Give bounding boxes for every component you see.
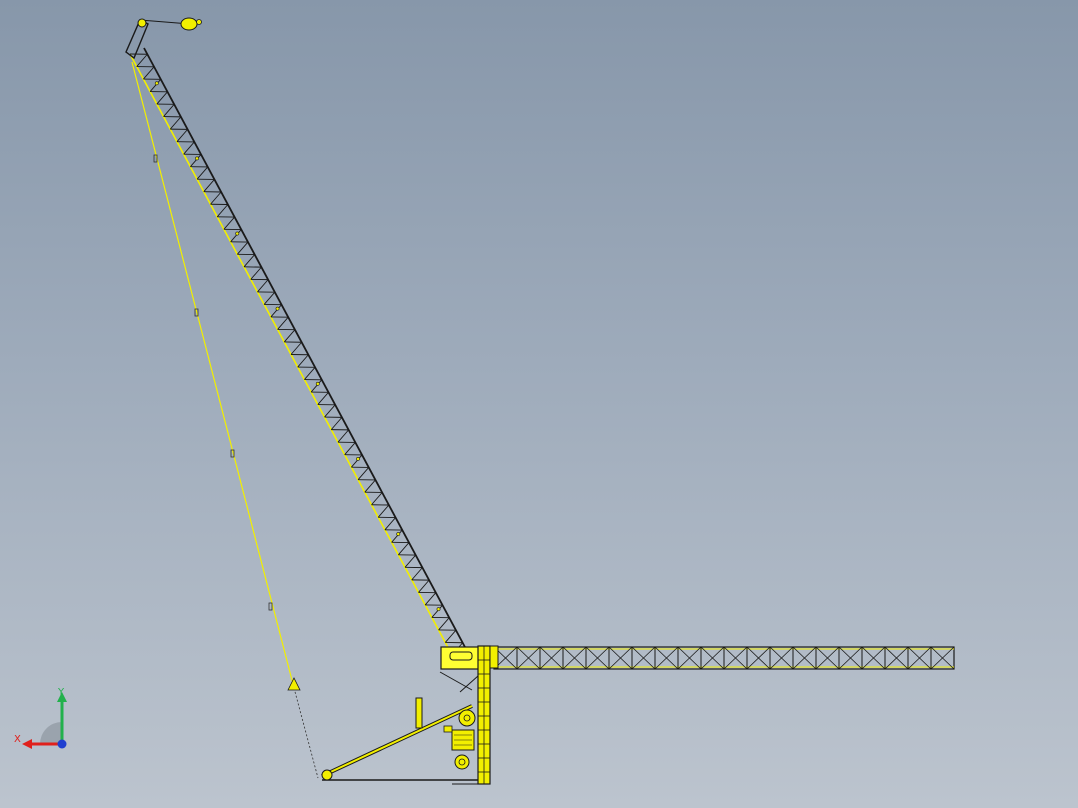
rope-block-icon [287, 677, 301, 691]
luffing-rope[interactable] [131, 61, 319, 779]
jib-lacing-member [230, 229, 242, 243]
jib-lacing-member [310, 379, 323, 393]
jib-node-icon [356, 457, 360, 461]
jib-lacing-member [317, 392, 329, 405]
jib-lacing-member [411, 567, 423, 581]
jib-lacing-member [344, 442, 356, 455]
cab-body [440, 646, 480, 670]
jib-node-icon [436, 607, 441, 612]
jib-lacing-member [357, 467, 370, 481]
jib-lacing-member [444, 629, 457, 643]
tower-mast[interactable] [477, 645, 499, 785]
jib-lacing-member [203, 179, 215, 193]
jib-lacing-member [143, 66, 155, 80]
jib-lacing-member [438, 617, 450, 631]
jib-lacing-member [163, 104, 175, 117]
jib-lacing-member [418, 579, 430, 593]
jib-lacing-member [304, 366, 316, 380]
jib-lacing-member [330, 417, 343, 430]
jib-lacing-member [223, 216, 235, 230]
jib-node-icon [315, 381, 320, 386]
strut-pin-icon [321, 769, 333, 781]
luffing-jib[interactable] [129, 47, 467, 656]
jib-lacing-member [190, 154, 202, 167]
jib-chords [129, 47, 467, 656]
jib-lacing-member [210, 191, 222, 205]
cad-viewport[interactable]: Y X [0, 0, 1078, 808]
rope-marker [268, 602, 273, 611]
pulley-pin-icon [196, 19, 202, 25]
jib-lacing-member [263, 291, 276, 305]
jib-lacing-member [391, 529, 403, 543]
head-sheave-icon [137, 18, 147, 28]
jib-lacing-member [156, 91, 168, 105]
winch-drum-icon [458, 709, 476, 727]
a-frame-strut [321, 705, 473, 777]
jib-lacing-member [136, 53, 148, 67]
jib-lacing-member [216, 204, 229, 218]
brace [439, 671, 473, 691]
jib-node-icon [154, 81, 159, 86]
jib-lacing-member [324, 404, 336, 418]
x-axis-label: X [14, 734, 21, 745]
jib-node-icon [235, 231, 240, 236]
jib-lacing-member [243, 254, 256, 268]
jib-lacing-member [397, 542, 410, 556]
jib-lacing-member [283, 329, 296, 343]
jib-lacing-member [337, 429, 349, 443]
jib-lacing-member [290, 341, 302, 355]
jib-head[interactable] [125, 17, 202, 60]
jib-lacing-member [183, 141, 195, 155]
jib-lacing-member [149, 79, 162, 92]
jib-lacing-member [236, 241, 249, 255]
jib-lacing-member [371, 492, 383, 506]
slewing-ring [489, 645, 499, 669]
counter-jib-structure [493, 646, 955, 670]
hydraulic-cylinder [415, 697, 423, 729]
jib-lacing-member [351, 454, 363, 468]
jib-lacing-member [169, 116, 182, 130]
jib-lacing-member [277, 316, 289, 330]
coordinate-triad-icon[interactable]: Y X [10, 686, 74, 750]
y-axis-label: Y [57, 687, 65, 698]
jib-lacing-member [424, 592, 437, 606]
jib-lacing-member [250, 266, 262, 280]
jib-lacing-member [377, 504, 390, 518]
jib-lacing-member [431, 604, 443, 618]
jib-lacing-member [270, 304, 282, 318]
jib-node-icon [195, 156, 199, 161]
a-frame[interactable] [321, 671, 479, 785]
jib-lacing-member [196, 166, 209, 180]
jib-lacing-member [257, 279, 269, 293]
x-axis-arrowhead [22, 739, 32, 749]
luffing-rope-lower [293, 687, 319, 779]
counter-jib[interactable] [493, 646, 955, 670]
brace [459, 675, 479, 693]
jib-lacing-member [364, 479, 376, 493]
jib-lacing-member [404, 554, 417, 568]
jib-lacing-member [384, 517, 396, 531]
triad-quarter-disc [40, 722, 62, 744]
jib-lacing [129, 53, 463, 656]
z-axis-dot-icon [57, 739, 67, 749]
jib-upper-chord [143, 47, 467, 650]
operator-cab[interactable] [440, 646, 480, 670]
jib-node-icon [275, 306, 280, 311]
luffing-rope-line [131, 61, 295, 689]
crane-model[interactable] [0, 0, 1078, 808]
drive-wheel-icon [454, 754, 470, 770]
jib-lacing-member [176, 129, 188, 142]
jib-lacing-member [297, 354, 309, 368]
gearbox [443, 725, 453, 733]
pulley-block-icon [180, 17, 198, 31]
jib-node-icon [396, 532, 401, 536]
